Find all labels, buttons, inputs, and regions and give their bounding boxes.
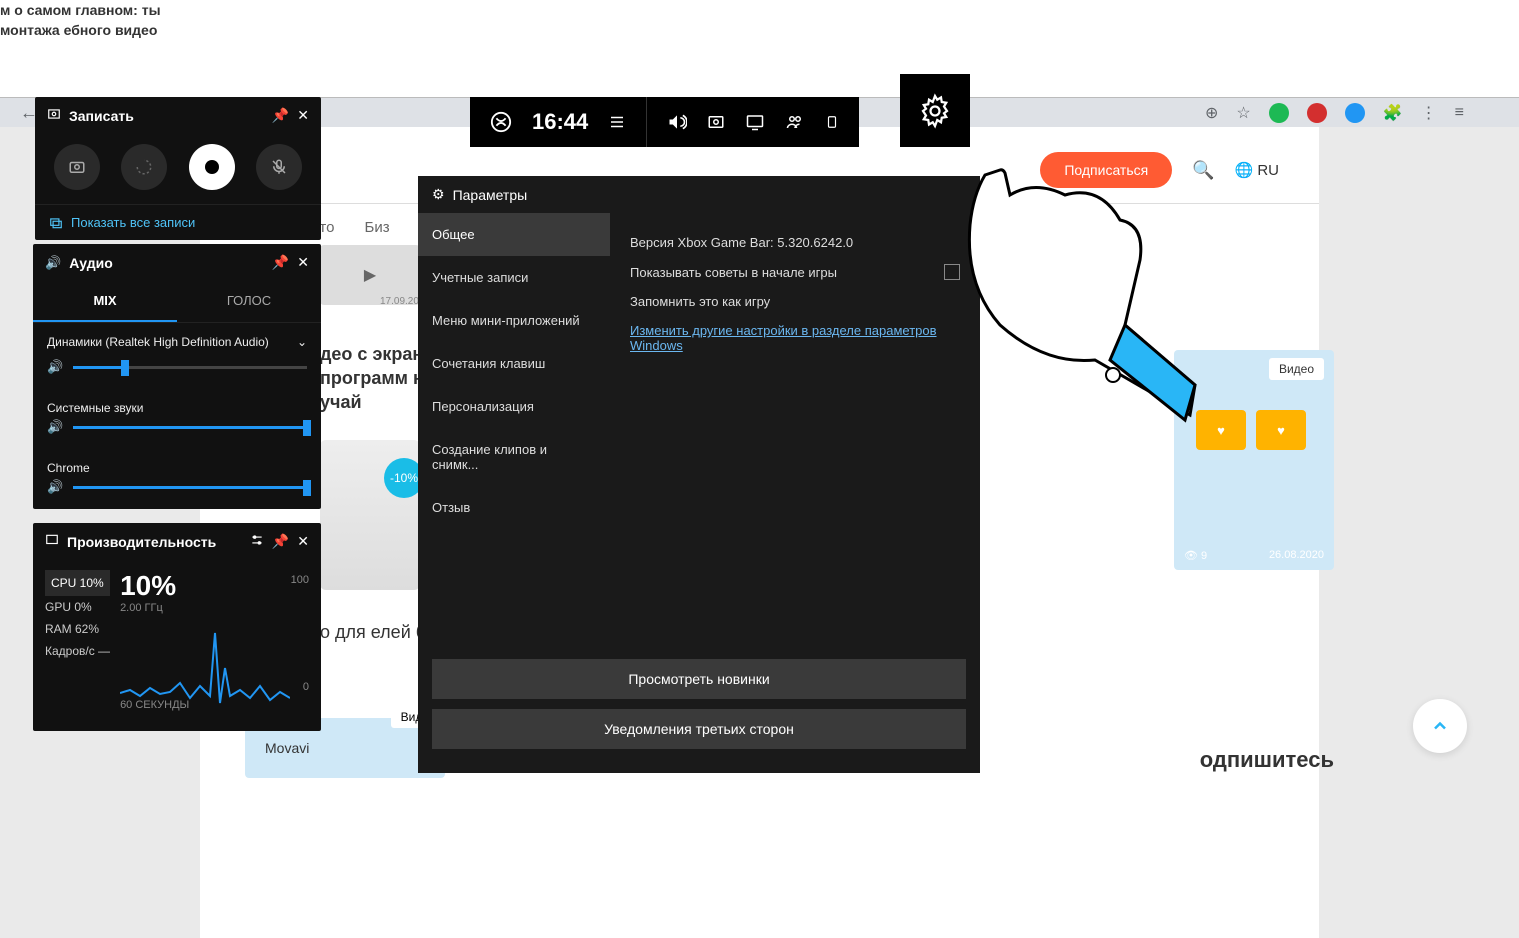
mic-button[interactable] — [256, 144, 302, 190]
xgb-top-toolbar: 16:44 — [470, 97, 859, 147]
speaker-icon[interactable]: 🔊 — [47, 479, 63, 495]
xgb-settings-button[interactable] — [900, 74, 970, 147]
perf-freq: 2.00 ГГц — [120, 602, 309, 614]
promo-card: -10% — [320, 440, 420, 590]
show-tips-checkbox[interactable] — [944, 264, 960, 280]
puzzle-icon[interactable]: 🧩 — [1383, 103, 1403, 123]
version-text: Версия Xbox Game Bar: 5.320.6242.0 — [630, 235, 853, 250]
ext-green-icon[interactable] — [1269, 103, 1289, 123]
bottom-card-label: Movavi — [265, 740, 309, 756]
article-title-right: м о самом главном: ты монтажа ебного вид… — [0, 0, 170, 40]
social-icon[interactable] — [785, 113, 805, 131]
perf-scale-min: 0 — [303, 681, 309, 693]
pin-icon[interactable]: 📌 — [272, 254, 289, 271]
tab-mix[interactable]: MIX — [33, 281, 177, 322]
nav-shortcuts[interactable]: Сочетания клавиш — [418, 342, 610, 385]
output-device: Динамики (Realtek High Definition Audio) — [47, 335, 269, 349]
search-icon[interactable]: 🔍 — [1192, 160, 1214, 181]
record-last-button[interactable] — [121, 144, 167, 190]
capture-icon[interactable] — [707, 113, 725, 131]
audio-widget: 🔊 Аудио 📌 ✕ MIX ГОЛОС Динамики (Realtek … — [33, 244, 321, 509]
card-date: 26.08.2020 — [1269, 549, 1324, 562]
gear-icon — [917, 93, 953, 129]
settings-title: Параметры — [453, 187, 528, 203]
show-tips-label: Показывать советы в начале игры — [630, 265, 837, 280]
capture-title-icon — [47, 107, 61, 124]
capture-widget: Записать 📌 ✕ Показать все записи — [35, 97, 321, 240]
gear-small-icon: ⚙ — [432, 186, 445, 203]
audio-title-icon: 🔊 — [45, 255, 61, 271]
speaker-icon[interactable]: 🔊 — [47, 359, 63, 375]
nav-capturing[interactable]: Создание клипов и снимк... — [418, 428, 610, 486]
chevron-down-icon[interactable]: ⌄ — [297, 335, 307, 349]
capture-title: Записать — [69, 108, 134, 124]
nav-business[interactable]: Биз — [364, 219, 389, 236]
perf-graph — [120, 618, 290, 708]
close-icon[interactable]: ✕ — [297, 107, 309, 124]
sys-sounds-label: Системные звуки — [33, 389, 321, 415]
nav-personalization[interactable]: Персонализация — [418, 385, 610, 428]
nav-general[interactable]: Общее — [418, 213, 610, 256]
zoom-icon[interactable]: ⊕ — [1205, 103, 1218, 123]
xbox-icon[interactable] — [490, 111, 512, 133]
thumb-date-1: 17.09.20 — [380, 296, 419, 307]
pin-icon[interactable]: 📌 — [272, 107, 289, 124]
speaker-icon[interactable]: 🔊 — [47, 419, 63, 435]
stat-cpu[interactable]: CPU 10% — [45, 570, 110, 596]
windows-settings-link[interactable]: Изменить другие настройки в разделе пара… — [630, 323, 960, 353]
perf-title: Производительность — [67, 534, 216, 550]
lang-code: RU — [1257, 162, 1279, 179]
browser-extension-tray: ⊕ ☆ 🧩 ⋮ ≡ — [1205, 103, 1464, 123]
settings-panel: ⚙ Параметры Общее Учетные записи Меню ми… — [418, 176, 980, 773]
performance-icon[interactable] — [745, 113, 765, 131]
stat-ram[interactable]: RAM 62% — [45, 618, 110, 640]
scroll-top-button[interactable] — [1413, 699, 1467, 753]
language-switcher[interactable]: 🌐 RU — [1235, 161, 1279, 179]
hamburger-icon[interactable]: ≡ — [1455, 104, 1464, 122]
list-icon[interactable] — [608, 113, 626, 131]
master-volume-slider[interactable] — [73, 366, 307, 369]
remember-game-label: Запомнить это как игру — [630, 294, 770, 309]
subscribe-button[interactable]: Подписаться — [1040, 152, 1172, 188]
performance-widget: Производительность 📌 ✕ CPU 10% GPU 0% RA… — [33, 523, 321, 731]
perf-title-icon — [45, 533, 59, 550]
perf-scale-max: 100 — [291, 574, 309, 586]
perf-timespan: 60 СЕКУНДЫ — [120, 699, 189, 711]
stat-fps[interactable]: Кадров/с — — [45, 640, 110, 662]
video-card-right[interactable]: Видео ♥ ♥ 👁 9 26.08.2020 — [1174, 350, 1334, 570]
star-icon[interactable]: ☆ — [1236, 103, 1250, 123]
globe-icon: 🌐 — [1235, 161, 1254, 179]
subscribe-block: одпишитесь — [1200, 747, 1334, 773]
chrome-volume-slider[interactable] — [73, 486, 307, 489]
nav-mini-apps[interactable]: Меню мини-приложений — [418, 299, 610, 342]
system-volume-slider[interactable] — [73, 426, 307, 429]
nav-accounts[interactable]: Учетные записи — [418, 256, 610, 299]
card-tag-video: Видео — [1269, 358, 1324, 380]
widget-icon[interactable] — [825, 112, 839, 132]
pin-icon[interactable]: 📌 — [272, 533, 289, 550]
options-icon[interactable] — [250, 533, 264, 550]
ext-blue-icon[interactable] — [1345, 103, 1365, 123]
chrome-label: Chrome — [33, 449, 321, 475]
view-news-button[interactable]: Просмотреть новинки — [432, 659, 966, 699]
screenshot-button[interactable] — [54, 144, 100, 190]
close-icon[interactable]: ✕ — [297, 254, 309, 271]
adblock-icon[interactable] — [1307, 103, 1327, 123]
stat-gpu[interactable]: GPU 0% — [45, 596, 110, 618]
menu-icon[interactable]: ⋮ — [1421, 103, 1437, 123]
close-icon[interactable]: ✕ — [297, 533, 309, 550]
tab-voice[interactable]: ГОЛОС — [177, 281, 321, 322]
show-all-captures[interactable]: Показать все записи — [35, 204, 321, 240]
xgb-clock: 16:44 — [532, 109, 588, 135]
settings-nav: Общее Учетные записи Меню мини-приложени… — [418, 213, 610, 645]
record-button[interactable] — [189, 144, 235, 190]
third-party-notices-button[interactable]: Уведомления третьих сторон — [432, 709, 966, 749]
nav-feedback[interactable]: Отзыв — [418, 486, 610, 529]
audio-title: Аудио — [69, 255, 113, 271]
perf-main-value: 10% — [120, 570, 176, 601]
view-count: 9 — [1201, 550, 1207, 562]
audio-icon[interactable] — [667, 112, 687, 132]
